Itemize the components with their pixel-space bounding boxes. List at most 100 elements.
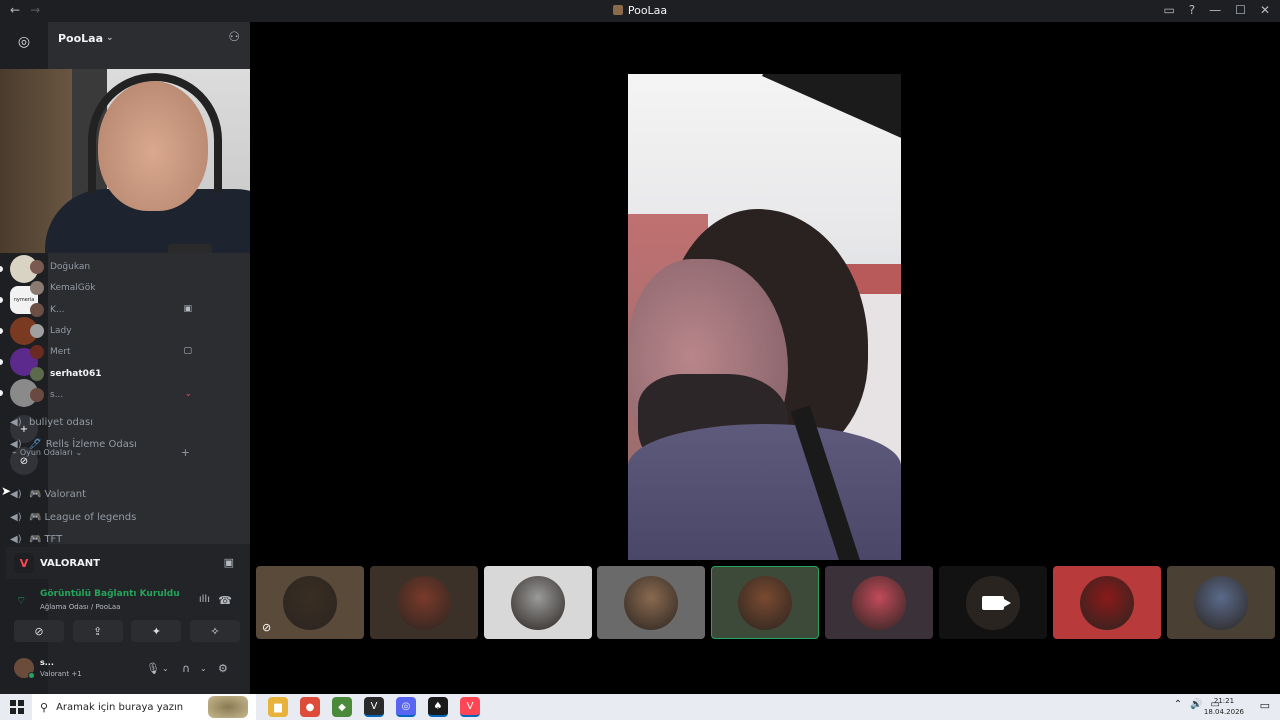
voice-channel-buliyet[interactable]: ◀) buliyet odası <box>10 411 192 433</box>
maximize-button[interactable]: ☐ <box>1235 3 1246 17</box>
soundboard-icon[interactable]: ✧ <box>189 620 240 642</box>
disconnect-icon[interactable]: ☎ <box>218 594 232 607</box>
chrome-icon[interactable]: ● <box>300 697 320 717</box>
chevron-down-icon[interactable]: ⌄ <box>200 664 207 673</box>
discord-app-icon[interactable]: ◎ <box>396 697 416 717</box>
valorant-app-icon[interactable]: V <box>364 697 384 717</box>
person-add-icon[interactable]: ⚇ <box>228 30 240 45</box>
category-oyun-odalari[interactable]: ⌁ Oyun Odaları ⌄ + <box>12 446 190 459</box>
camera-off-icon[interactable]: ⊘ <box>14 620 64 642</box>
avatar <box>624 575 678 630</box>
taskbar-clock[interactable]: 21:21 18.04.2026 <box>1204 696 1244 718</box>
window-controls: ▭ ? — ☐ ✕ <box>1163 3 1270 17</box>
clock-time: 21:21 <box>1213 697 1235 705</box>
screen-share-icon[interactable]: ⇪ <box>72 620 123 642</box>
participant-tile[interactable] <box>484 566 592 639</box>
avatar <box>852 575 906 630</box>
avatar <box>30 323 44 338</box>
unread-pip <box>0 266 3 272</box>
voice-member[interactable]: KemalGök <box>30 278 192 298</box>
voice-controls: ⊘ ⇪ ✦ ✧ <box>14 620 240 642</box>
windows-taskbar: ⚲ Aramak için buraya yazın ▆ ● ◆ V ◎ ♠ V ⌃ 🔊 ▭… <box>0 694 1280 720</box>
voice-status-title[interactable]: Görüntülü Bağlantı Kuruldu <box>40 589 180 599</box>
unread-pip <box>0 390 3 396</box>
voice-member[interactable]: K... ▣ <box>30 300 192 320</box>
gamepad-icon: ⌁ <box>12 448 17 457</box>
participant-tile[interactable] <box>1053 566 1161 639</box>
gamepad-icon: 🎮 <box>29 511 42 523</box>
member-name: serhat061 <box>50 368 102 379</box>
voice-member[interactable]: Doğukan <box>30 257 192 277</box>
add-channel-icon[interactable]: + <box>181 446 190 459</box>
close-button[interactable]: ✕ <box>1260 3 1270 17</box>
main-video-feed[interactable] <box>628 74 901 560</box>
explorer-icon[interactable]: ▆ <box>268 697 288 717</box>
avatar <box>397 575 451 630</box>
chevron-down-icon: ⌄ <box>75 448 83 457</box>
gamepad-icon: 🎮 <box>29 533 42 545</box>
chevron-down-icon[interactable]: ⌄ <box>162 664 169 673</box>
riot-app-icon[interactable]: ♠ <box>428 697 448 717</box>
avatar <box>30 281 44 296</box>
activities-icon[interactable]: ✦ <box>131 620 182 642</box>
voice-member[interactable]: Lady <box>30 321 192 341</box>
voice-status-subtitle[interactable]: Ağlama Odası / PooLaa <box>40 603 120 611</box>
clock-date: 18.04.2026 <box>1203 708 1244 716</box>
member-name: Doğukan <box>50 262 91 272</box>
avatar <box>30 387 44 402</box>
member-name: s... <box>50 389 64 400</box>
tray-chevron-icon[interactable]: ⌃ <box>1174 699 1182 710</box>
signal-icon[interactable]: ⌔ <box>16 594 26 608</box>
video-person-shirt <box>628 424 901 560</box>
avatar <box>283 575 337 630</box>
window-title-text: PooLaa <box>627 4 668 17</box>
voice-channel-lol[interactable]: ◀) 🎮 League of legends <box>10 506 192 528</box>
inbox-icon[interactable]: ▭ <box>1163 3 1174 17</box>
participant-tile[interactable]: ⊘ <box>256 566 364 639</box>
participant-tile[interactable] <box>1167 566 1275 639</box>
unread-pip <box>0 359 3 365</box>
search-placeholder: Aramak için buraya yazın <box>56 701 184 713</box>
avatar <box>30 260 44 274</box>
online-status-dot <box>28 672 35 679</box>
help-icon[interactable]: ? <box>1189 3 1195 17</box>
voice-channel-valorant[interactable]: ◀) 🎮 Valorant <box>10 483 192 505</box>
participant-tile[interactable] <box>597 566 705 639</box>
microphone-stand <box>168 244 212 253</box>
taskbar-search[interactable]: ⚲ Aramak için buraya yazın <box>32 694 256 720</box>
server-header[interactable]: PooLaa ⌄ ⚇ <box>48 22 250 54</box>
valorant-icon: V <box>14 553 34 573</box>
unread-pip <box>0 297 3 303</box>
voice-member[interactable]: serhat061 <box>30 364 192 384</box>
activity-bar[interactable]: V VALORANT ▣ <box>6 547 244 579</box>
voice-channel-label: Valorant <box>44 488 87 500</box>
voice-member[interactable]: Mert ▢ <box>30 342 192 362</box>
server-name: PooLaa <box>58 31 104 45</box>
windows-start-icon[interactable] <box>10 700 24 714</box>
discord-home-icon[interactable]: ◎ <box>10 28 38 56</box>
headphones-icon[interactable]: ∩ <box>182 662 190 675</box>
participant-tile[interactable] <box>939 566 1047 639</box>
search-highlight-image[interactable] <box>208 696 248 718</box>
avatar <box>511 575 565 630</box>
app-green-icon[interactable]: ◆ <box>332 697 352 717</box>
minimize-button[interactable]: — <box>1209 3 1221 17</box>
unread-pip <box>0 328 3 334</box>
participant-tile[interactable] <box>711 566 819 639</box>
microphone-icon[interactable]: 🎙 <box>146 662 160 675</box>
noise-suppression-icon[interactable]: ıllı <box>199 594 210 605</box>
valorant-red-icon[interactable]: V <box>460 697 480 717</box>
screen-icon[interactable]: ▣ <box>224 556 234 569</box>
notification-icon[interactable]: ▭ <box>1260 699 1270 712</box>
user-name[interactable]: s... <box>40 658 54 667</box>
voice-member[interactable]: s... ⌄ <box>30 385 192 405</box>
volume-icon[interactable]: 🔊 <box>1190 699 1202 710</box>
avatar <box>1194 575 1248 630</box>
server-logo-icon <box>612 5 623 15</box>
gear-icon[interactable]: ⚙ <box>218 662 228 675</box>
avatar <box>1080 575 1134 630</box>
member-name: KemalGök <box>50 283 96 294</box>
window-title: PooLaa <box>0 4 1280 17</box>
participant-tile[interactable] <box>825 566 933 639</box>
participant-tile[interactable] <box>370 566 478 639</box>
